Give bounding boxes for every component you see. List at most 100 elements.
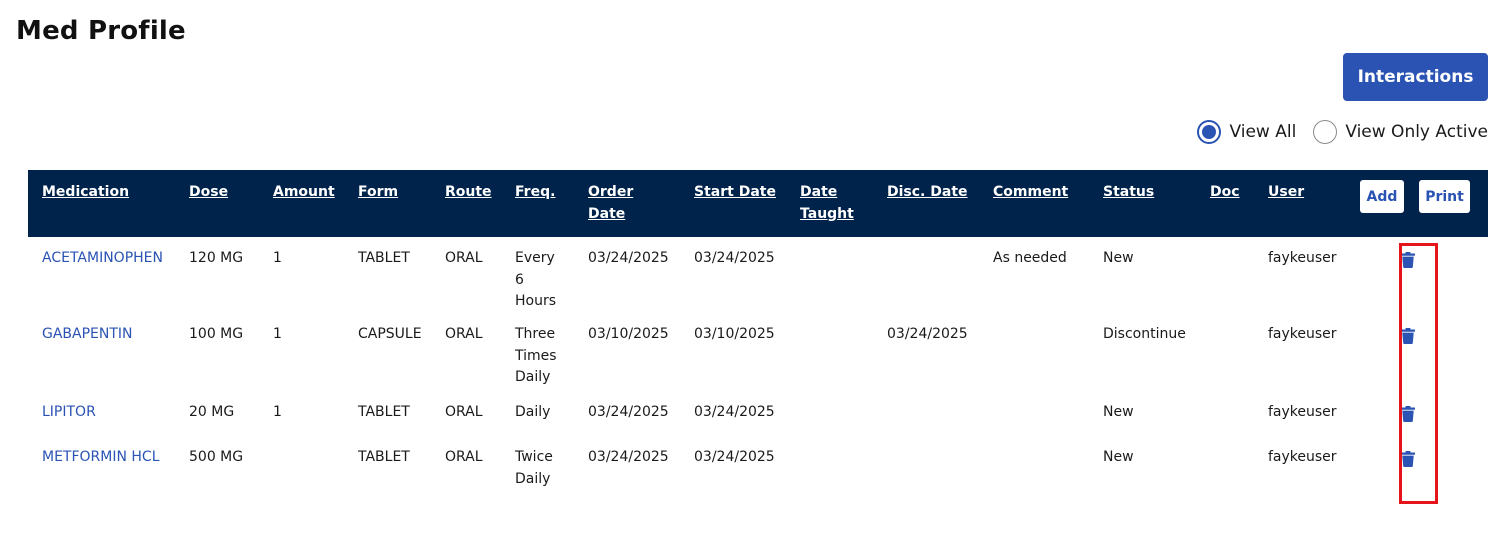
cell-order-date: 03/24/2025 [588,449,669,465]
header-doc[interactable]: Doc [1210,170,1268,237]
cell-date-taught [800,314,887,392]
cell-dose: 100 MG [189,326,244,342]
cell-actions [1355,314,1488,392]
cell-actions [1355,392,1488,437]
cell-amount: 1 [273,250,282,266]
header-comment[interactable]: Comment [993,170,1103,237]
med-profile-page: Med Profile Interactions View All View O… [0,0,1508,533]
cell-doc [1210,437,1268,491]
header-form[interactable]: Form [358,170,445,237]
view-only-active-option[interactable]: View Only Active [1313,120,1488,144]
cell-medication: GABAPENTIN [28,314,189,392]
trash-icon[interactable] [1401,451,1415,467]
cell-form: TABLET [358,404,410,420]
cell-route: ORAL [445,404,483,420]
cell-comment [993,314,1103,392]
cell-dose: 20 MG [189,404,235,420]
view-all-radio[interactable] [1197,120,1222,144]
cell-doc [1210,237,1268,314]
cell-disc-date [887,237,993,314]
cell-route: ORAL [445,250,483,266]
cell-comment [993,437,1103,491]
header-start-date[interactable]: Start Date [694,170,800,237]
cell-order-date: 03/10/2025 [588,326,669,342]
cell-actions [1355,437,1488,491]
cell-start-date: 03/24/2025 [694,404,775,420]
med-table-container: Medication Dose Amount Form Route Freq. … [28,170,1488,491]
cell-amount [273,437,358,491]
cell-start-date: 03/10/2025 [694,326,775,342]
cell-route: ORAL [445,326,483,342]
view-only-active-radio[interactable] [1313,120,1338,144]
cell-amount: 1 [273,404,282,420]
cell-medication: ACETAMINOPHEN [28,237,189,314]
cell-doc [1210,314,1268,392]
cell-start-date: 03/24/2025 [694,250,775,266]
header-medication[interactable]: Medication [28,170,189,237]
cell-user: faykeuser [1268,326,1337,342]
trash-icon[interactable] [1401,406,1415,422]
cell-date-taught [800,392,887,437]
medication-link[interactable]: LIPITOR [42,404,96,420]
cell-medication: LIPITOR [28,392,189,437]
medication-link[interactable]: METFORMIN HCL [42,449,160,465]
cell-order-date: 03/24/2025 [588,404,669,420]
cell-status: New [1103,404,1134,420]
cell-user: faykeuser [1268,404,1337,420]
cell-start-date: 03/24/2025 [694,449,775,465]
header-order-date[interactable]: Order Date [588,170,694,237]
cell-actions [1355,237,1488,314]
cell-date-taught [800,237,887,314]
cell-freq: Three Times Daily [515,326,557,385]
medication-link[interactable]: ACETAMINOPHEN [42,250,163,266]
cell-form: TABLET [358,449,410,465]
cell-form: CAPSULE [358,326,422,342]
cell-status: New [1103,449,1134,465]
cell-disc-date: 03/24/2025 [887,326,968,342]
header-actions: Add Print [1355,170,1488,237]
cell-disc-date [887,437,993,491]
med-table: Medication Dose Amount Form Route Freq. … [28,170,1488,491]
table-row: METFORMIN HCL 500 MG TABLET ORAL Twice D… [28,437,1488,491]
table-row: ACETAMINOPHEN 120 MG 1 TABLET ORAL Every… [28,237,1488,314]
cell-freq: Twice Daily [515,449,553,487]
view-all-option[interactable]: View All [1197,120,1296,144]
view-all-label: View All [1229,122,1297,142]
cell-status: Discontinue [1103,326,1186,342]
cell-route: ORAL [445,449,483,465]
medication-link[interactable]: GABAPENTIN [42,326,133,342]
cell-status: New [1103,250,1134,266]
trash-icon[interactable] [1401,328,1415,344]
cell-comment [993,392,1103,437]
cell-user: faykeuser [1268,449,1337,465]
view-filter-radio-group: View All View Only Active [1180,120,1488,144]
cell-user: faykeuser [1268,250,1337,266]
cell-dose: 500 MG [189,449,244,465]
print-button[interactable]: Print [1419,180,1470,213]
cell-disc-date [887,392,993,437]
header-dose[interactable]: Dose [189,170,273,237]
cell-dose: 120 MG [189,250,244,266]
header-date-taught[interactable]: Date Taught [800,170,887,237]
cell-order-date: 03/24/2025 [588,250,669,266]
header-amount[interactable]: Amount [273,170,358,237]
table-row: LIPITOR 20 MG 1 TABLET ORAL Daily 03/24/… [28,392,1488,437]
cell-medication: METFORMIN HCL [28,437,189,491]
page-title: Med Profile [16,16,186,46]
cell-comment: As needed [993,250,1067,266]
header-route[interactable]: Route [445,170,515,237]
header-row: Medication Dose Amount Form Route Freq. … [28,170,1488,237]
header-disc-date[interactable]: Disc. Date [887,170,993,237]
cell-doc [1210,392,1268,437]
trash-icon[interactable] [1401,252,1415,268]
header-status[interactable]: Status [1103,170,1210,237]
header-freq[interactable]: Freq. [515,170,588,237]
cell-freq: Every 6 Hours [515,250,557,309]
cell-form: TABLET [358,250,410,266]
interactions-button[interactable]: Interactions [1343,53,1488,101]
add-button[interactable]: Add [1360,180,1404,213]
header-user[interactable]: User [1268,170,1355,237]
cell-date-taught [800,437,887,491]
table-header: Medication Dose Amount Form Route Freq. … [28,170,1488,237]
cell-amount: 1 [273,326,282,342]
